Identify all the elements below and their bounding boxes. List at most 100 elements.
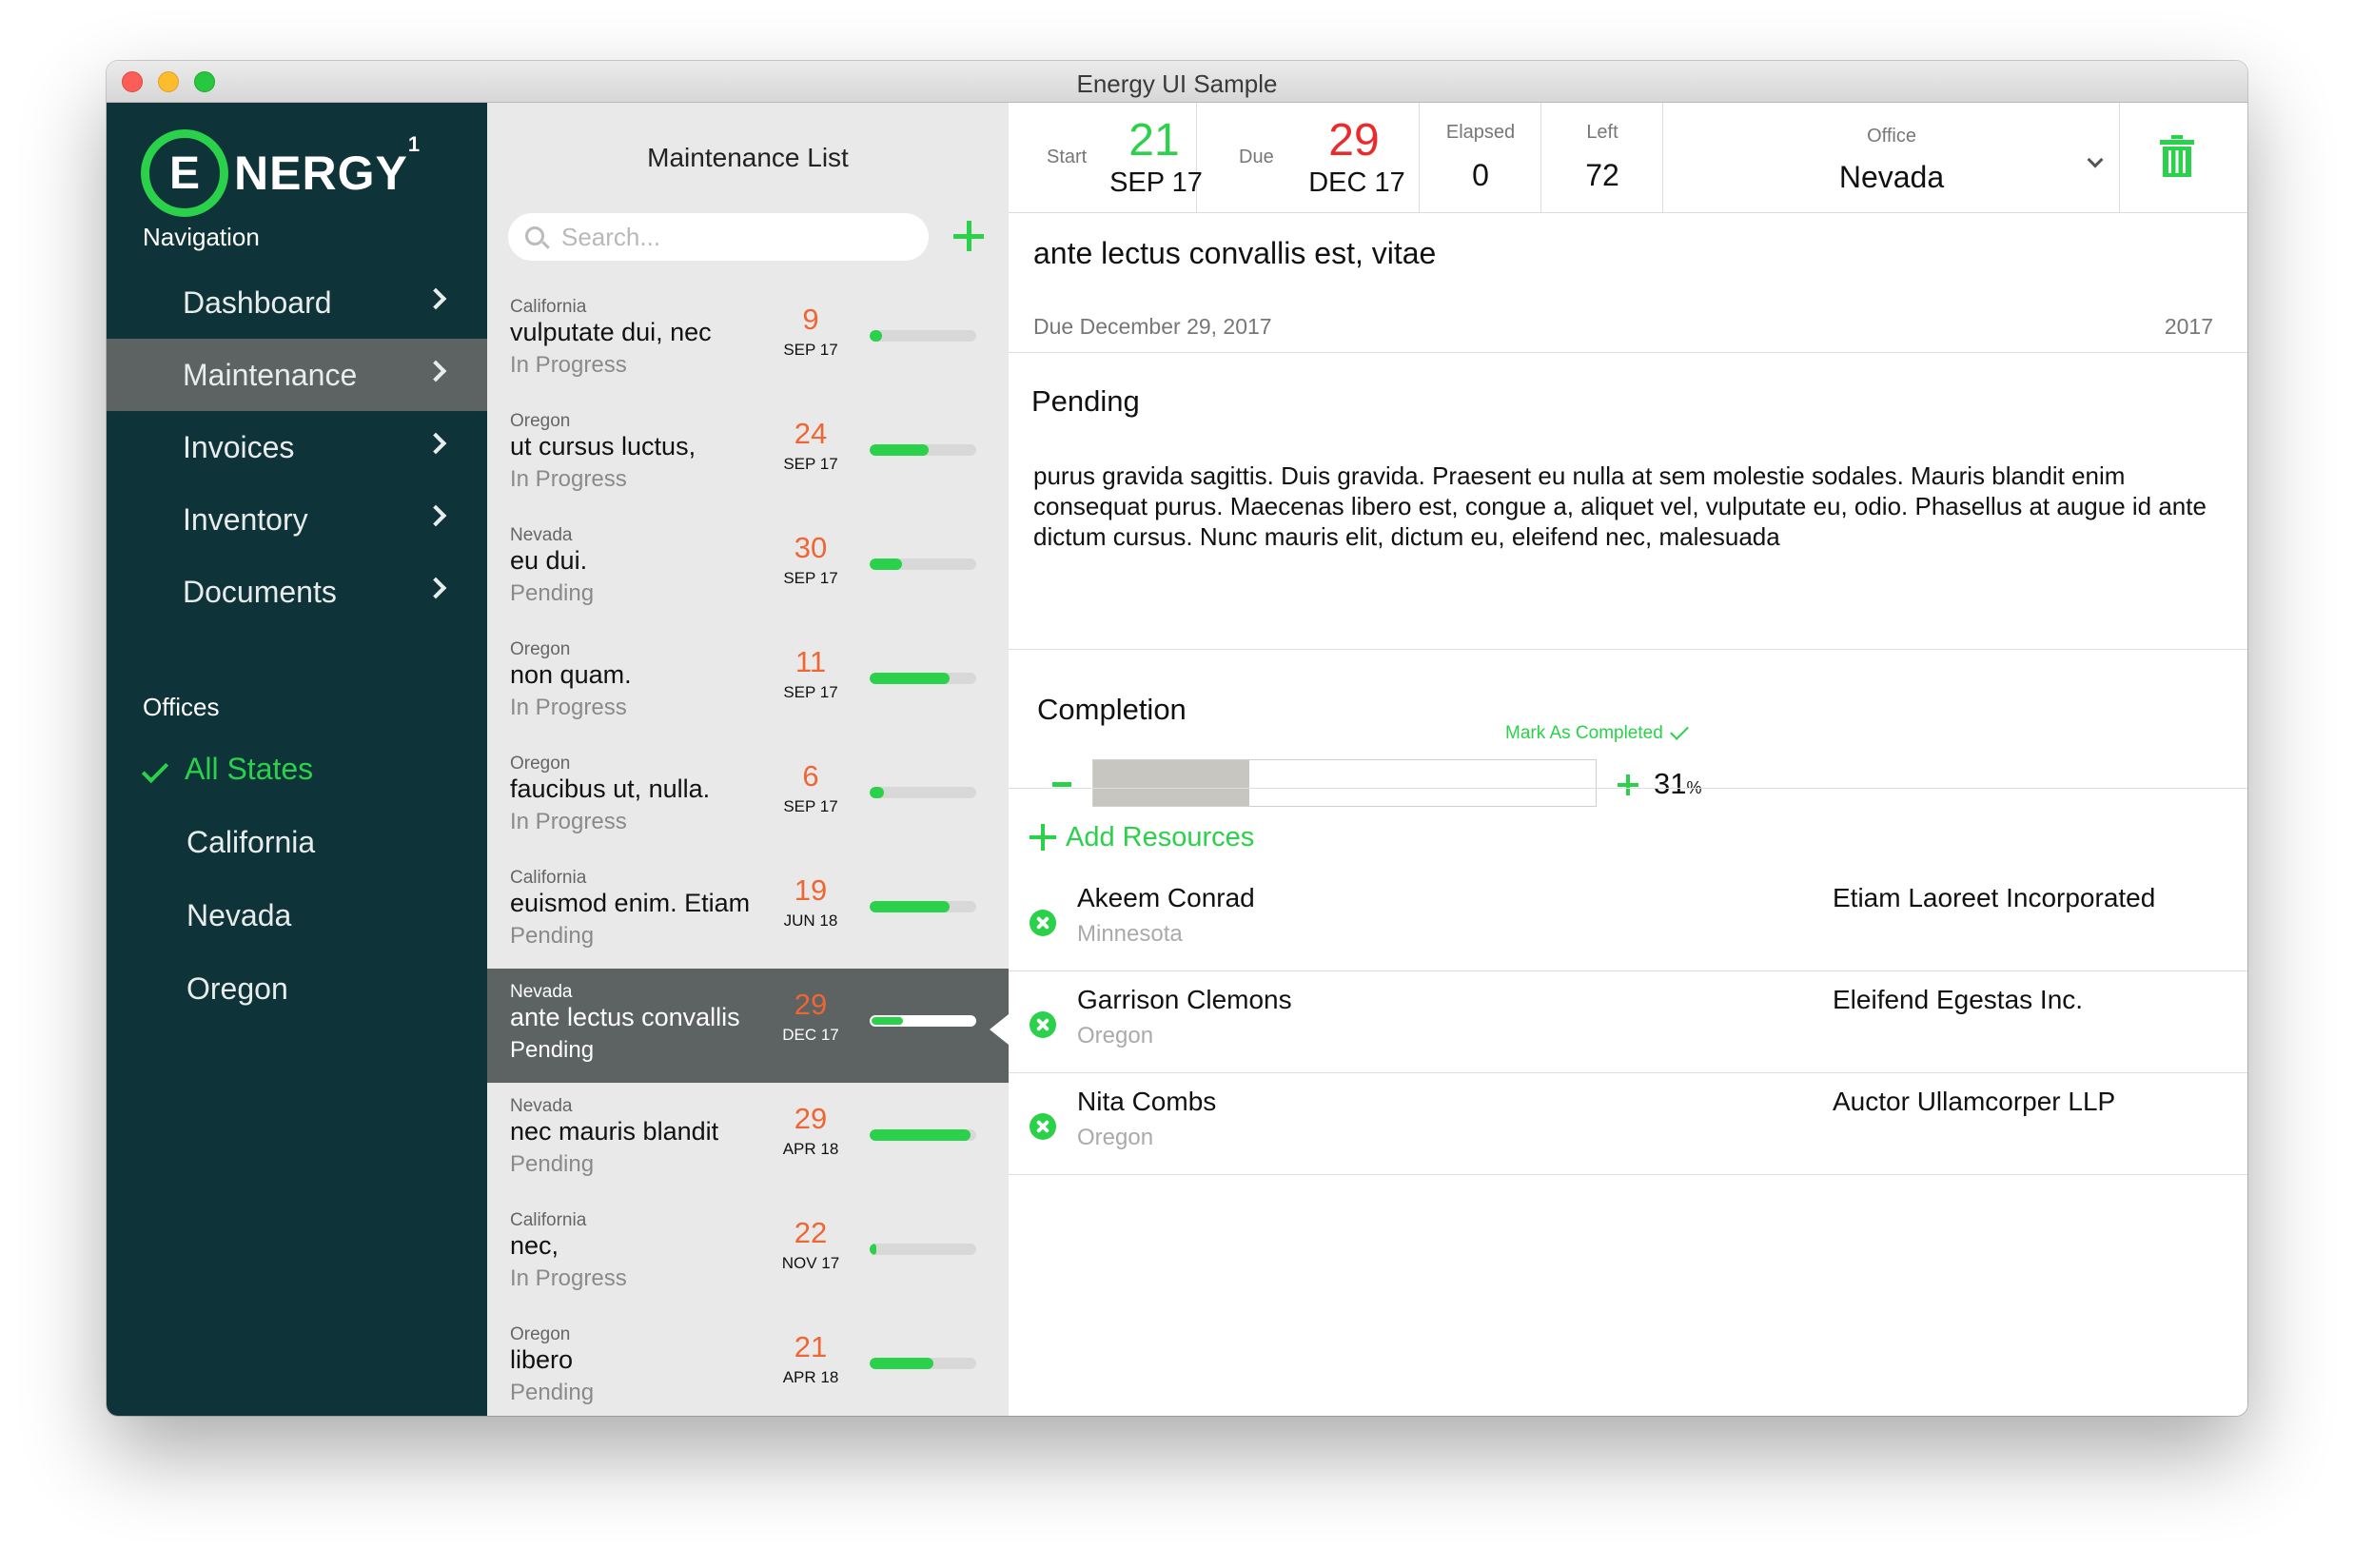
increase-completion-button[interactable] <box>1618 774 1638 795</box>
item-due-month: SEP 17 <box>783 341 838 359</box>
office-item-label: All States <box>185 752 314 786</box>
app-window: Energy UI Sample E NERGY1 Navigation Das… <box>107 61 2247 1416</box>
search-input[interactable] <box>561 221 913 253</box>
search-box[interactable] <box>508 213 929 261</box>
left-value: 72 <box>1585 158 1619 192</box>
item-due-month: SEP 17 <box>783 569 838 587</box>
resource-state: Oregon <box>1077 1125 1154 1150</box>
divider <box>1009 649 2247 650</box>
delete-button[interactable] <box>2160 135 2194 177</box>
office-label: Office <box>1867 126 1916 147</box>
item-status: Pending <box>510 923 595 949</box>
start-label: Start <box>1047 147 1088 167</box>
item-name: nec, <box>510 1231 559 1260</box>
item-due-day: 24 <box>794 417 828 450</box>
resource-row: Garrison Clemons Oregon Eleifend Egestas I… <box>1009 971 2247 1073</box>
item-due-month: NOV 17 <box>781 1254 840 1272</box>
item-due-day: 22 <box>794 1216 828 1249</box>
title-bar: Energy UI Sample <box>107 61 2247 103</box>
nav-item-label: Documents <box>183 574 337 609</box>
item-state: California <box>510 1210 587 1230</box>
resource-state: Minnesota <box>1077 921 1183 947</box>
list-item[interactable]: Nevada eu dui. Pending 30 SEP 17 <box>487 512 1009 626</box>
item-progress-bar <box>870 787 976 798</box>
completion-bar[interactable] <box>1092 759 1597 807</box>
nav-item-label: Maintenance <box>183 357 358 392</box>
office-item-oregon[interactable]: Oregon <box>107 954 487 1027</box>
divider <box>1009 788 2247 789</box>
selection-notch <box>990 1014 1009 1045</box>
decrease-completion-button[interactable] <box>1052 782 1071 787</box>
item-due-day: 29 <box>794 988 828 1021</box>
list-item[interactable]: Oregon faucibus ut, nulla. In Progress 6 SEP… <box>487 740 1009 854</box>
office-select[interactable]: Office Nevada <box>1663 103 2120 213</box>
resource-state: Oregon <box>1077 1023 1154 1049</box>
item-due-day: 29 <box>794 1102 828 1135</box>
brand-logo: E NERGY1 <box>141 127 421 219</box>
item-due-month: SEP 17 <box>783 797 838 815</box>
add-maintenance-button[interactable] <box>948 215 990 257</box>
item-name: vulputate dui, nec <box>510 318 712 346</box>
item-progress-fill <box>870 444 929 456</box>
item-state: Oregon <box>510 411 571 431</box>
elapsed-label: Elapsed <box>1445 122 1516 143</box>
due-month: DEC 17 <box>1308 167 1405 198</box>
office-item-label: Nevada <box>186 898 292 932</box>
sidebar: E NERGY1 Navigation Dashboard Maintenance… <box>107 103 487 1416</box>
remove-resource-icon[interactable] <box>1030 1011 1056 1038</box>
office-item-nevada[interactable]: Nevada <box>107 881 487 953</box>
item-state: Nevada <box>510 1096 573 1116</box>
item-progress-fill <box>870 787 884 798</box>
mark-as-completed-button[interactable]: Mark As Completed <box>1505 721 1689 744</box>
task-title: ante lectus convallis est, vitae <box>1033 236 1437 270</box>
nav-item-invoices[interactable]: Invoices <box>107 411 487 483</box>
item-status: In Progress <box>510 695 627 720</box>
resource-company: Etiam Laoreet Incorporated <box>1833 883 2156 912</box>
office-item-label: Oregon <box>186 971 288 1006</box>
item-due-month: APR 18 <box>782 1368 839 1386</box>
resource-name: Akeem Conrad <box>1077 883 1255 912</box>
list-item[interactable]: Oregon libero Pending 21 APR 18 <box>487 1311 1009 1416</box>
item-due-month: SEP 17 <box>783 455 838 473</box>
chevron-right-icon <box>424 360 447 382</box>
detail-header: Start 21 SEP 17 Due 29 DEC 17 Elapsed 0 … <box>1009 103 2247 213</box>
due-label: Due <box>1239 147 1274 167</box>
elapsed-value: 0 <box>1472 158 1489 192</box>
add-resources-label: Add Resources <box>1066 821 1255 853</box>
office-item-california[interactable]: California <box>107 808 487 880</box>
item-state: Nevada <box>510 525 573 545</box>
item-progress-fill <box>870 673 950 684</box>
list-item[interactable]: Nevada ante lectus convallis Pending 29 DEC … <box>487 969 1009 1083</box>
item-state: Oregon <box>510 639 571 659</box>
plus-icon <box>1030 824 1056 851</box>
start-date-cell: Start 21 SEP 17 <box>1009 103 1203 213</box>
list-title: Maintenance List <box>647 143 849 172</box>
remove-resource-icon[interactable] <box>1030 1113 1056 1140</box>
office-item-all-states[interactable]: All States <box>107 735 487 807</box>
item-status: Pending <box>510 1151 595 1177</box>
nav-item-label: Invoices <box>183 429 295 464</box>
item-state: California <box>510 868 587 888</box>
list-item[interactable]: Oregon non quam. In Progress 11 SEP 17 <box>487 626 1009 740</box>
left-label: Left <box>1586 122 1618 143</box>
check-icon <box>141 755 169 784</box>
nav-item-label: Dashboard <box>183 284 332 320</box>
list-item[interactable]: Oregon ut cursus luctus, In Progress 24 SEP … <box>487 398 1009 512</box>
nav-item-inventory[interactable]: Inventory <box>107 483 487 556</box>
window-title: Energy UI Sample <box>1076 69 1278 98</box>
nav-item-dashboard[interactable]: Dashboard <box>107 266 487 339</box>
completion-percent: 31% <box>1654 767 1702 800</box>
list-item[interactable]: Nevada nec mauris blandit Pending 29 APR 18 <box>487 1083 1009 1197</box>
item-name: faucibus ut, nulla. <box>510 774 711 803</box>
list-item[interactable]: California nec, In Progress 22 NOV 17 <box>487 1197 1009 1311</box>
item-status: In Progress <box>510 809 627 834</box>
due-day: 29 <box>1328 115 1380 166</box>
list-item[interactable]: California euismod enim. Etiam Pending 19 JU… <box>487 854 1009 969</box>
item-state: Oregon <box>510 754 571 774</box>
remove-resource-icon[interactable] <box>1030 910 1056 936</box>
nav-item-maintenance[interactable]: Maintenance <box>107 339 487 411</box>
nav-item-documents[interactable]: Documents <box>107 556 487 628</box>
resource-name: Garrison Clemons <box>1077 985 1292 1014</box>
list-item[interactable]: California vulputate dui, nec In Progress 9… <box>487 284 1009 398</box>
add-resources-button[interactable]: Add Resources <box>1030 818 1254 856</box>
